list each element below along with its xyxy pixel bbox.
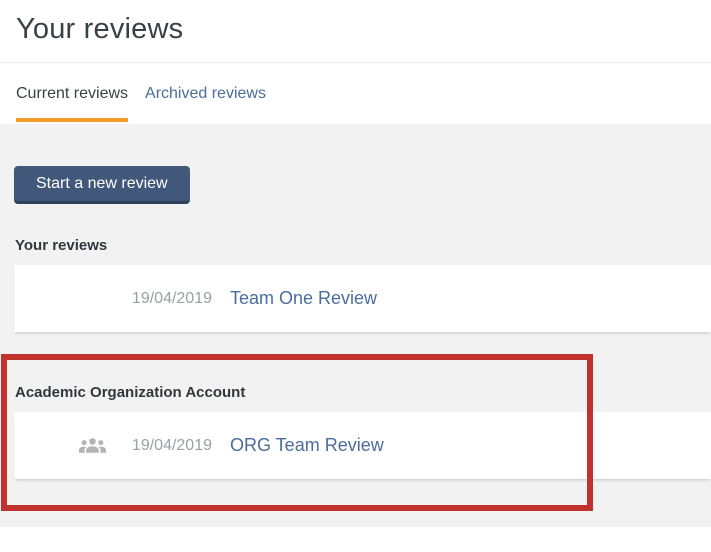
your-reviews-page: Your reviews Current reviews Archived re… — [0, 0, 711, 552]
review-row-org-team[interactable]: 19/04/2019 ORG Team Review — [14, 412, 711, 479]
review-date: 19/04/2019 — [131, 436, 212, 454]
group-icon — [14, 437, 106, 455]
start-new-review-button[interactable]: Start a new review — [14, 166, 190, 204]
review-link-team-one[interactable]: Team One Review — [230, 288, 377, 309]
review-link-org-team[interactable]: ORG Team Review — [230, 435, 384, 456]
section-label-academic-org: Academic Organization Account — [15, 384, 246, 401]
review-date: 19/04/2019 — [131, 289, 212, 307]
tab-current-reviews[interactable]: Current reviews — [16, 85, 129, 122]
tab-archived-reviews[interactable]: Archived reviews — [145, 85, 266, 118]
review-row-team-one[interactable]: 19/04/2019 Team One Review — [14, 265, 711, 332]
tab-bar: Current reviews Archived reviews — [0, 63, 711, 124]
section-label-your-reviews: Your reviews — [15, 237, 108, 254]
reviews-panel: Start a new review Your reviews 19/04/20… — [0, 124, 711, 527]
page-title: Your reviews — [16, 13, 184, 45]
